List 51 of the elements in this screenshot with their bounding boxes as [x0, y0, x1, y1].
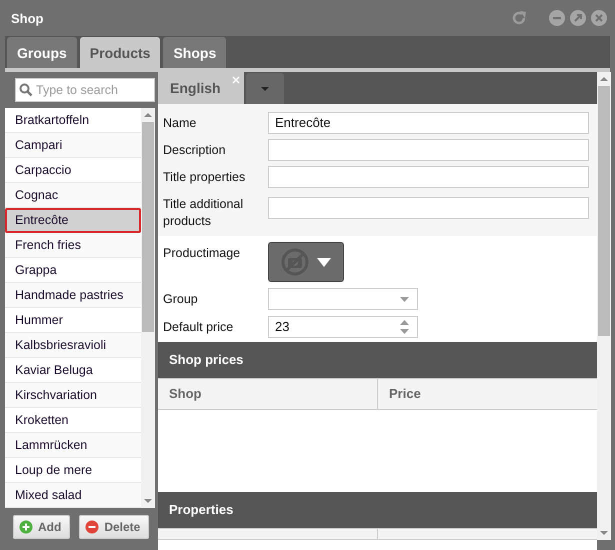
- text-field[interactable]: [268, 197, 589, 219]
- close-icon[interactable]: [232, 76, 240, 84]
- field-label: Productimage: [163, 245, 242, 262]
- search-field[interactable]: Type to search: [15, 78, 155, 102]
- field-label: Description: [163, 142, 227, 159]
- field-label: Group: [163, 291, 199, 308]
- text-field[interactable]: [268, 139, 589, 161]
- list-item[interactable]: Lammrücken: [5, 433, 141, 458]
- list-item[interactable]: Cognac: [5, 183, 141, 208]
- language-tab[interactable]: English: [158, 72, 244, 104]
- text-field[interactable]: Entrecôte: [268, 112, 589, 134]
- column-header[interactable]: Price: [378, 379, 597, 409]
- field-label: Title additional products: [163, 196, 244, 230]
- column-header[interactable]: Shop: [158, 379, 378, 409]
- caret-icon: [400, 296, 409, 302]
- list-item[interactable]: French fries: [5, 233, 141, 258]
- minus-icon: [85, 520, 100, 534]
- field-label: Default price: [163, 319, 234, 336]
- delete-button[interactable]: Delete: [79, 515, 150, 539]
- plus-icon: [19, 520, 33, 534]
- window-title: Shop: [11, 10, 44, 26]
- list-item[interactable]: Entrecôte: [5, 208, 141, 233]
- maximize-icon[interactable]: [570, 10, 586, 26]
- list-item[interactable]: Kirschvariation: [5, 383, 141, 408]
- group-dropdown[interactable]: [268, 288, 418, 310]
- field-label: Name: [163, 115, 198, 132]
- section-header: Properties: [158, 492, 597, 528]
- refresh-icon[interactable]: [510, 9, 528, 27]
- list-item[interactable]: Campari: [5, 133, 141, 158]
- text-field[interactable]: [268, 166, 589, 188]
- scrollbar[interactable]: [141, 108, 155, 508]
- tab[interactable]: Products: [80, 37, 160, 68]
- minimize-icon[interactable]: [549, 10, 565, 26]
- list-item[interactable]: Mixed salad: [5, 483, 141, 508]
- tab[interactable]: Groups: [7, 37, 77, 68]
- image-picker-button[interactable]: [268, 242, 344, 282]
- caret-icon: [261, 86, 269, 90]
- field-label: Title properties: [163, 169, 246, 186]
- list-item[interactable]: Kalbsbriesravioli: [5, 333, 141, 358]
- add-button[interactable]: Add: [13, 515, 70, 539]
- list-item[interactable]: Handmade pastries: [5, 283, 141, 308]
- section-header: Shop prices: [158, 342, 597, 378]
- language-menu-button[interactable]: [246, 73, 284, 104]
- search-icon: [19, 83, 33, 97]
- tab[interactable]: Shops: [163, 37, 226, 68]
- no-image-icon: [281, 248, 309, 276]
- spinner-arrows-icon: [400, 320, 409, 334]
- scrollbar[interactable]: [597, 72, 611, 540]
- price-spinner[interactable]: 23: [268, 316, 418, 338]
- close-icon[interactable]: [591, 10, 607, 26]
- caret-icon: [317, 258, 331, 266]
